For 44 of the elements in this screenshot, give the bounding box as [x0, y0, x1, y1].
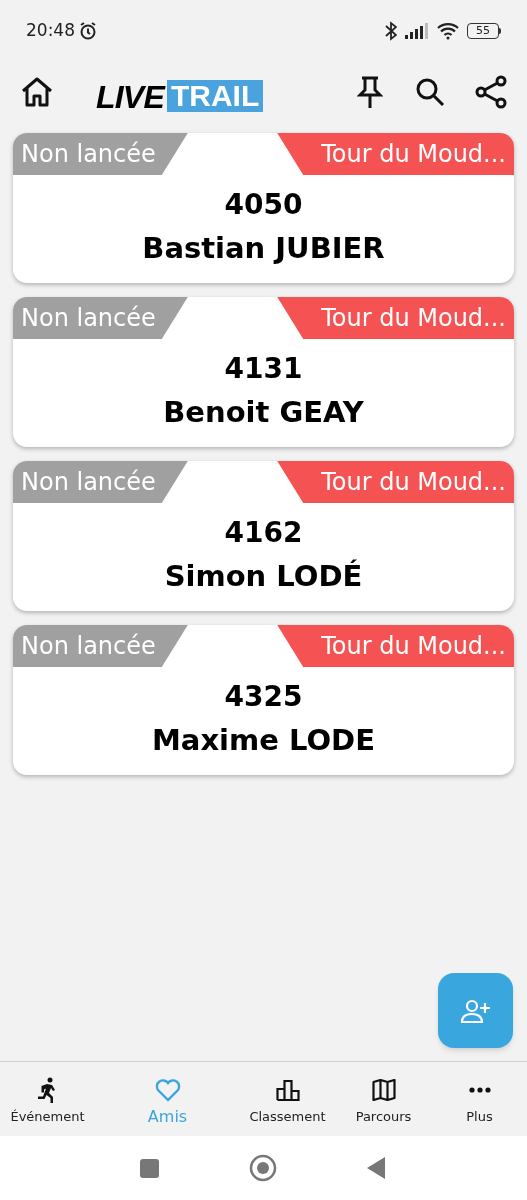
status-tag: Non lancée [13, 461, 188, 503]
logo: LIVE TRAIL [96, 72, 264, 112]
signal-icon [405, 23, 429, 39]
add-friend-button[interactable] [438, 973, 513, 1048]
bib-number: 4050 [224, 187, 303, 223]
athlete-card[interactable]: Non lancée Tour du Moud... 4162 Simon LODÉ [13, 461, 514, 611]
bib-number: 4162 [224, 515, 303, 551]
status-tag: Non lancée [13, 133, 188, 175]
athlete-name: Bastian JUBIER [142, 230, 385, 267]
athlete-card[interactable]: Non lancée Tour du Moud... 4325 Maxime LODE [13, 625, 514, 775]
athlete-name: Simon LODÉ [164, 558, 363, 595]
heart-icon [154, 1078, 181, 1102]
status-tag: Non lancée [13, 297, 188, 339]
battery-icon: 55 [467, 23, 501, 39]
nav-tab[interactable]: Plus [432, 1062, 527, 1136]
more-icon [468, 1087, 491, 1093]
bib-number: 4325 [224, 679, 303, 715]
athlete-name: Benoit GEAY [163, 394, 364, 431]
race-tag: Tour du Moud... [277, 133, 514, 175]
nav-tab[interactable]: Événement [0, 1062, 95, 1136]
alarm-icon [78, 21, 98, 41]
bluetooth-icon [385, 21, 397, 41]
recents-button[interactable] [140, 1158, 159, 1178]
athlete-card[interactable]: Non lancée Tour du Moud... 4131 Benoit GEAY [13, 297, 514, 447]
pin-icon[interactable] [357, 75, 383, 109]
race-tag: Tour du Moud... [277, 625, 514, 667]
race-tag: Tour du Moud... [277, 461, 514, 503]
nav-tab[interactable]: Parcours [335, 1062, 432, 1136]
race-tag: Tour du Moud... [277, 297, 514, 339]
athlete-card[interactable]: Non lancée Tour du Moud... 4050 Bastian JUBIER [13, 133, 514, 283]
bib-number: 4131 [224, 351, 303, 387]
home-button[interactable] [249, 1154, 277, 1182]
share-icon[interactable] [475, 75, 507, 109]
status-time: 20:48 [26, 19, 75, 43]
home-icon[interactable] [20, 76, 54, 108]
person-add-icon [459, 997, 492, 1024]
wifi-icon [437, 22, 459, 40]
status-tag: Non lancée [13, 625, 188, 667]
map-icon [371, 1079, 396, 1101]
search-icon[interactable] [415, 77, 445, 107]
athlete-name: Maxime LODE [151, 722, 375, 759]
podium-icon [275, 1079, 300, 1101]
nav-tab[interactable]: Classement [240, 1062, 335, 1136]
back-button[interactable] [367, 1157, 387, 1179]
